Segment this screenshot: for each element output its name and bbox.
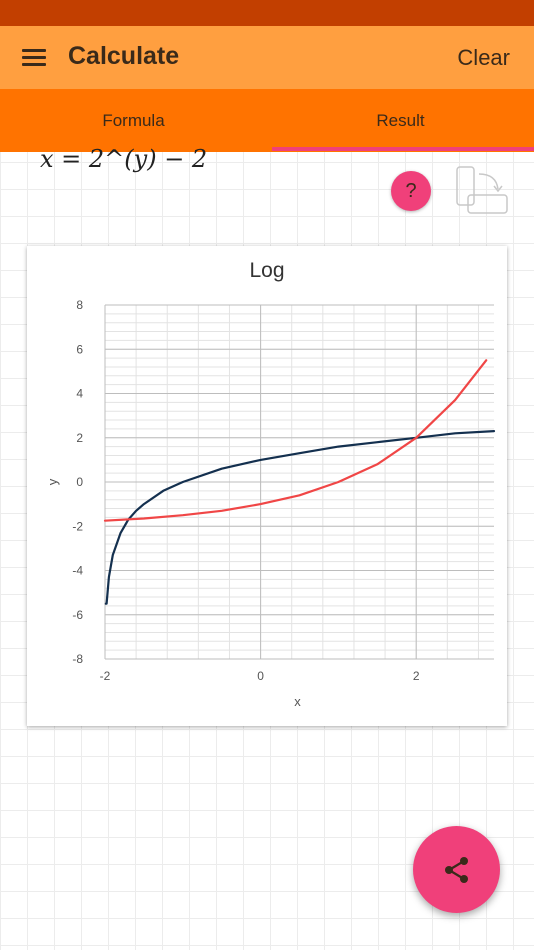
- share-icon: [445, 857, 468, 883]
- app-bar: Calculate Clear: [0, 26, 534, 89]
- y-tick-label: 2: [76, 431, 83, 445]
- help-button[interactable]: ?: [391, 171, 431, 211]
- y-tick-label: -4: [72, 564, 83, 578]
- tab-bar: Formula Result: [0, 89, 534, 152]
- x-tick-label: -2: [100, 669, 111, 683]
- status-bar: [0, 0, 534, 26]
- help-icon: ?: [405, 180, 417, 202]
- clear-button[interactable]: Clear: [457, 45, 510, 71]
- y-axis-label: y: [45, 478, 60, 485]
- menu-icon-line: [22, 49, 46, 52]
- menu-icon-line: [22, 63, 46, 66]
- tab-formula[interactable]: Formula: [0, 89, 267, 152]
- menu-icon-line: [22, 56, 46, 59]
- chart-card: 8 6 4 2 0 -2 -4 -6 -8 -2 0 2 Log x y: [27, 246, 507, 726]
- screen-rotation-icon[interactable]: [452, 164, 512, 220]
- menu-icon[interactable]: [14, 42, 54, 74]
- y-tick-label: 8: [76, 298, 83, 312]
- y-tick-label: 4: [76, 387, 83, 401]
- x-tick-label: 0: [257, 669, 264, 683]
- y-tick-label: 6: [76, 342, 83, 356]
- y-tick-label: -2: [72, 519, 83, 533]
- y-tick-label: -8: [72, 652, 83, 666]
- chart-title: Log: [249, 259, 284, 282]
- x-axis-label: x: [294, 694, 301, 709]
- tab-selected-indicator: [272, 147, 534, 151]
- log-chart: 8 6 4 2 0 -2 -4 -6 -8 -2 0 2 Log x y: [45, 259, 496, 709]
- formula-display: x = 2^(y) − 2: [40, 145, 208, 173]
- y-tick-label: 0: [76, 475, 83, 489]
- page-title: Calculate: [68, 42, 180, 70]
- x-tick-label: 2: [413, 669, 420, 683]
- share-button[interactable]: [413, 826, 500, 913]
- y-tick-label: -6: [72, 608, 83, 622]
- tab-result[interactable]: Result: [267, 89, 534, 152]
